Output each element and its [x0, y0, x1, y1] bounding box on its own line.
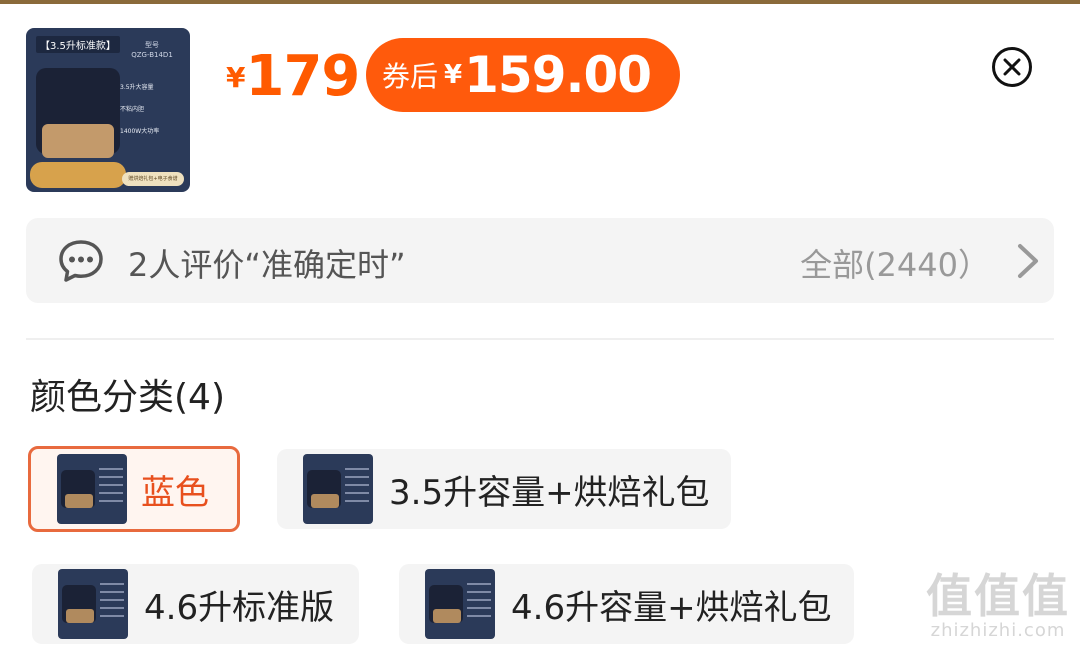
- chat-bubble-icon: [59, 240, 103, 282]
- variant-thumbnail-text: [99, 468, 123, 508]
- variant-thumbnail-basket: [65, 494, 93, 508]
- variant-option-4-6l-standard[interactable]: 4.6升标准版: [32, 564, 359, 644]
- variant-thumbnail: [425, 569, 495, 639]
- variant-thumbnail-basket: [433, 609, 461, 623]
- product-thumbnail[interactable]: 【3.5升标准款】 型号 QZG-B14D1 3.5升大容量 不粘内胆 1400…: [26, 28, 190, 192]
- coupon-currency-symbol: ¥: [444, 60, 463, 90]
- coupon-price-value: 159.00: [464, 46, 652, 104]
- site-watermark: 值值值 zhizhizhi.com: [926, 572, 1070, 641]
- watermark-site: zhizhizhi.com: [930, 620, 1066, 641]
- price-value: 179: [245, 44, 360, 109]
- thumbnail-feature: 1400W大功率: [120, 128, 160, 135]
- coupon-price-badge: 券后 ¥ 159.00: [366, 38, 680, 112]
- watermark-logo: 值值值: [926, 569, 1070, 623]
- thumbnail-badge: 赠烘焙礼包+电子食谱: [122, 172, 184, 186]
- variant-thumbnail-basket: [66, 609, 94, 623]
- variant-section-title: 颜色分类(4): [30, 377, 225, 418]
- variant-thumbnail-text: [345, 468, 369, 508]
- thumbnail-model-value: QZG-B14D1: [131, 51, 173, 59]
- price-currency-symbol: ¥: [226, 61, 246, 94]
- chevron-right-icon: [1018, 244, 1038, 278]
- thumbnail-feature: 不粘内胆: [120, 106, 145, 113]
- review-summary-bar[interactable]: 2人评价“准确定时” 全部(2440）: [26, 218, 1054, 303]
- variant-thumbnail-text: [467, 583, 491, 623]
- current-price: ¥179: [226, 44, 360, 114]
- variant-option-3-5l-baking-pack[interactable]: 3.5升容量+烘焙礼包: [277, 449, 731, 529]
- air-fryer-basket-image: [42, 124, 114, 158]
- variant-thumbnail: [57, 454, 127, 524]
- divider: [26, 338, 1054, 340]
- thumbnail-feature: 3.5升大容量: [120, 84, 154, 91]
- variant-label: 4.6升容量+烘焙礼包: [511, 587, 832, 628]
- variant-thumbnail-text: [100, 583, 124, 623]
- review-highlight-text: 2人评价“准确定时”: [128, 246, 406, 284]
- thumbnail-model: 型号 QZG-B14D1: [124, 40, 180, 60]
- food-image: [30, 162, 126, 188]
- variant-label: 4.6升标准版: [144, 587, 335, 628]
- variant-option-blue[interactable]: 蓝色: [28, 446, 240, 532]
- variant-option-4-6l-baking-pack[interactable]: 4.6升容量+烘焙礼包: [399, 564, 854, 644]
- close-button[interactable]: [992, 47, 1032, 87]
- variant-thumbnail: [58, 569, 128, 639]
- variant-thumbnail-basket: [311, 494, 339, 508]
- all-reviews-link[interactable]: 全部(2440）: [800, 240, 990, 286]
- thumbnail-model-label: 型号: [145, 41, 159, 49]
- close-icon: [1003, 58, 1021, 76]
- thumbnail-tag: 【3.5升标准款】: [36, 36, 120, 53]
- variant-label: 3.5升容量+烘焙礼包: [389, 472, 710, 513]
- variant-thumbnail: [303, 454, 373, 524]
- coupon-label: 券后: [382, 60, 439, 93]
- variant-label: 蓝色: [141, 472, 209, 513]
- top-edge-strip: [0, 0, 1080, 4]
